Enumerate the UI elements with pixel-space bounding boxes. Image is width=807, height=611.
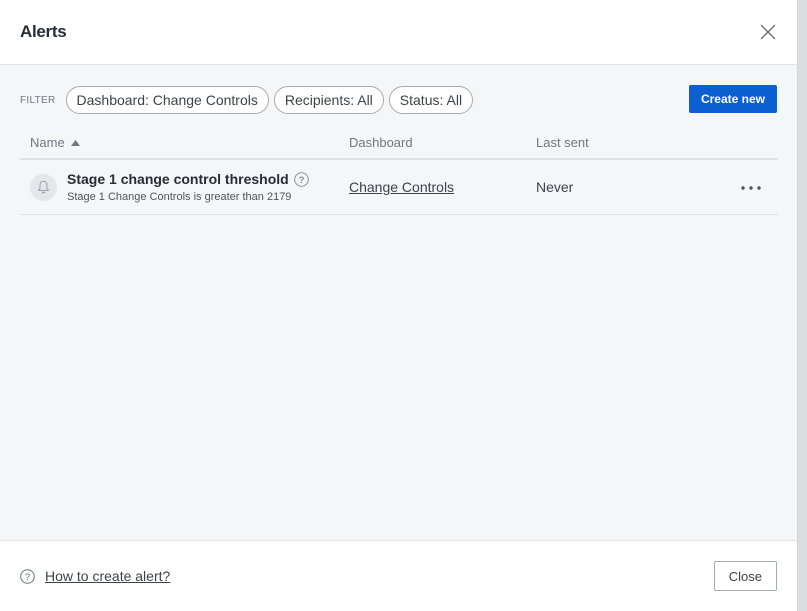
bell-icon — [30, 173, 57, 201]
column-header-name[interactable]: Name — [20, 135, 349, 150]
filter-bar: FILTER Dashboard: Change Controls Recipi… — [20, 65, 777, 135]
alert-last-sent: Never — [536, 179, 574, 195]
modal-header: Alerts — [0, 0, 797, 65]
modal-body: FILTER Dashboard: Change Controls Recipi… — [0, 65, 797, 540]
page-backdrop — [798, 0, 807, 611]
help-circle-icon: ? — [20, 568, 35, 584]
svg-text:?: ? — [298, 175, 304, 186]
table-header: Name Dashboard Last sent — [20, 135, 778, 160]
svg-text:?: ? — [25, 572, 30, 583]
alert-title-line: Stage 1 change control threshold ? — [67, 171, 309, 187]
alert-dashboard-cell: Change Controls — [349, 179, 536, 195]
more-options-button[interactable] — [740, 178, 762, 198]
modal-footer: ? How to create alert? Close — [0, 540, 797, 611]
column-header-last-sent[interactable]: Last sent — [536, 135, 716, 150]
alert-description: Stage 1 Change Controls is greater than … — [67, 191, 292, 203]
sort-ascending-icon — [70, 139, 80, 146]
help-circle-icon[interactable]: ? — [293, 171, 309, 187]
filter-pill-dashboard[interactable]: Dashboard: Change Controls — [65, 86, 269, 114]
alerts-modal: Alerts FILTER Dashboard: Change Controls… — [0, 0, 798, 611]
alerts-table: Name Dashboard Last sent Stage 1 change … — [20, 135, 778, 215]
how-to-create-alert-link[interactable]: How to create alert? — [45, 568, 170, 584]
close-button[interactable]: Close — [713, 561, 777, 591]
modal-title: Alerts — [20, 22, 67, 41]
alert-name-cell: Stage 1 change control threshold ? Stage… — [20, 171, 349, 203]
column-header-dashboard[interactable]: Dashboard — [349, 135, 536, 150]
table-row[interactable]: Stage 1 change control threshold ? Stage… — [20, 160, 778, 215]
create-new-button[interactable]: Create new — [688, 85, 777, 113]
filter-pill-status[interactable]: Status: All — [388, 86, 474, 114]
column-header-name-label: Name — [30, 135, 65, 150]
alert-name-text: Stage 1 change control threshold ? Stage… — [67, 171, 309, 203]
help-link-group: ? How to create alert? — [20, 568, 170, 584]
filter-pill-recipients[interactable]: Recipients: All — [273, 86, 384, 114]
close-icon — [760, 24, 776, 40]
filter-label: FILTER — [20, 94, 56, 106]
alert-title[interactable]: Stage 1 change control threshold — [67, 171, 289, 187]
dashboard-link[interactable]: Change Controls — [349, 179, 454, 195]
more-options-icon — [741, 186, 761, 190]
close-modal-button[interactable] — [756, 20, 780, 44]
